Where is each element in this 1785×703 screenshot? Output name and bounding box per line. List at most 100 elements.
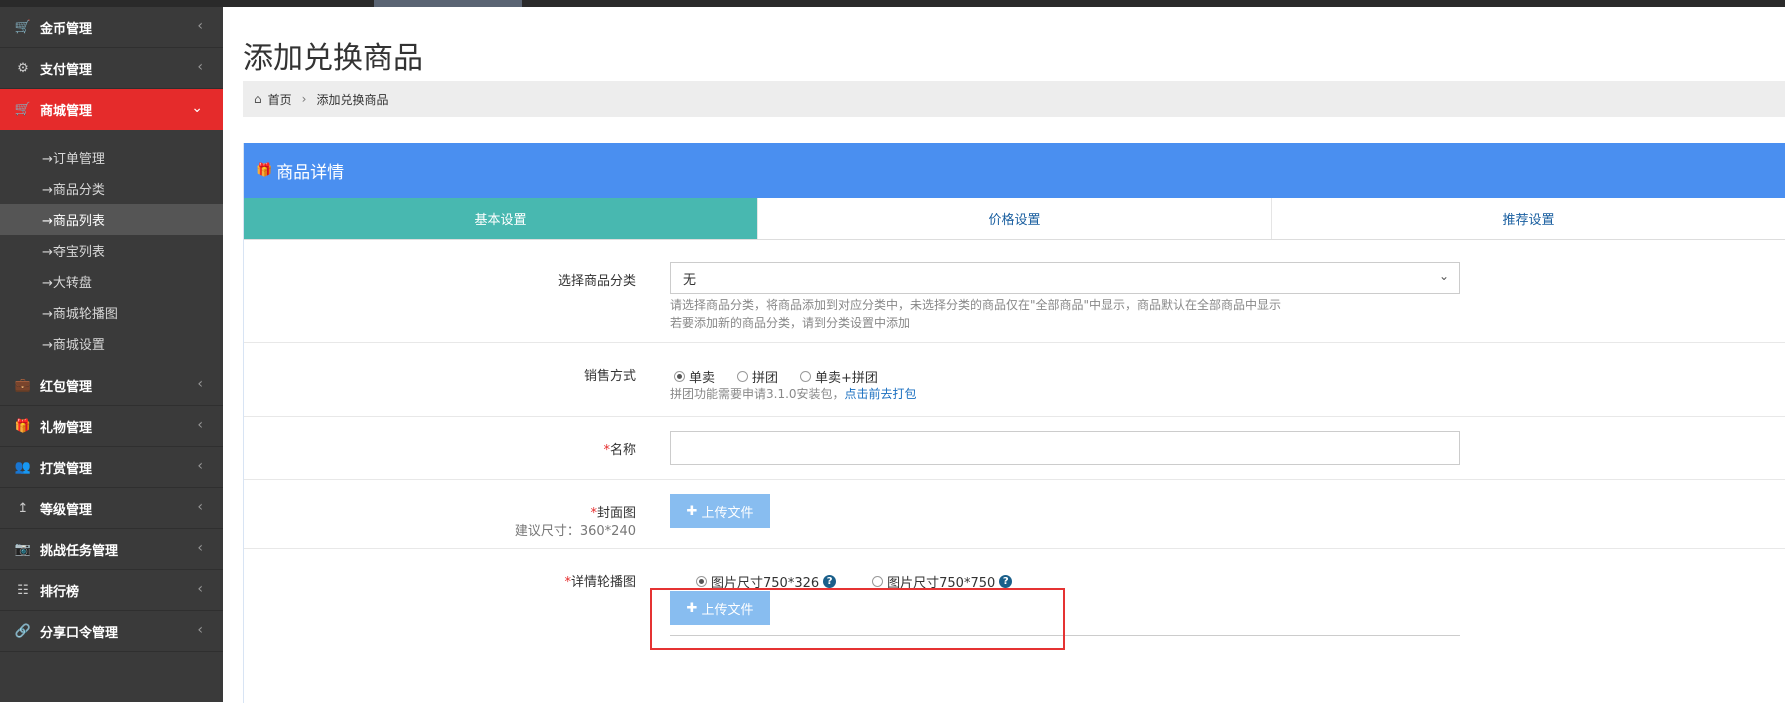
sidebar-item-share[interactable]: 🔗 分享口令管理 ‹: [0, 611, 223, 652]
sidebar-item-ranking[interactable]: ☷ 排行榜 ‹: [0, 570, 223, 611]
sitemap-icon: ☷: [17, 582, 29, 598]
main-content: 添加兑换商品 ⌂ 首页 › 添加兑换商品 🎁 商品详情 基本设置 价格设置 推荐…: [223, 7, 1785, 703]
category-help-line2: 若要添加新的商品分类，请到分类设置中添加: [670, 316, 911, 330]
submenu-item-treasure[interactable]: →夺宝列表: [0, 235, 223, 266]
radio-label: 图片尺寸750*326: [711, 576, 820, 591]
category-row: 选择商品分类 无 ⌄ 请选择商品分类，将商品添加到对应分类中，未选择分类的商品仅…: [244, 240, 1785, 343]
sale-mode-help-text: 拼团功能需要申请3.1.0安装包，: [670, 387, 845, 401]
submenu-item-categories[interactable]: →商品分类: [0, 173, 223, 204]
chevron-down-icon: ⌄: [1438, 269, 1449, 283]
radio-dot: [800, 371, 812, 382]
name-label: *名称: [603, 439, 636, 458]
sidebar-item-challenge[interactable]: 📷 挑战任务管理 ‹: [0, 529, 223, 570]
name-input[interactable]: [670, 431, 1460, 465]
gears-icon: ⚙: [17, 60, 29, 76]
sidebar-item-label: 礼物管理: [40, 420, 93, 436]
carousel-label: *详情轮播图: [564, 571, 636, 590]
cover-label: *封面图: [590, 502, 636, 521]
home-icon: ⌂: [254, 92, 262, 106]
level-up-icon: ↥: [17, 500, 29, 516]
radio-label: 拼团: [752, 371, 779, 386]
sidebar-item-redpacket[interactable]: 💼 红包管理 ‹: [0, 365, 223, 406]
cart-icon: 🛒: [14, 102, 32, 117]
question-circle-icon[interactable]: ?: [823, 575, 837, 588]
carousel-input-line: [670, 635, 1460, 636]
question-circle-icon[interactable]: ?: [999, 575, 1013, 588]
sidebar-item-mall[interactable]: 🛒 商城管理 ⌄: [0, 89, 223, 130]
sale-mode-radio-group: 单卖 拼团 单卖+拼团: [674, 367, 900, 386]
tab-recommend-settings[interactable]: 推荐设置: [1272, 198, 1785, 239]
gift-icon: 🎁: [14, 418, 32, 434]
submenu-item-carousel[interactable]: →商城轮播图: [0, 297, 223, 328]
tab-basic-settings[interactable]: 基本设置: [244, 198, 758, 239]
sidebar-item-label: 挑战任务管理: [40, 543, 119, 559]
users-icon: 👥: [14, 459, 32, 475]
sidebar-item-label: 分享口令管理: [40, 625, 119, 641]
carousel-label-text: 详情轮播图: [570, 575, 636, 590]
submenu-item-wheel[interactable]: →大转盘: [0, 266, 223, 297]
mall-submenu: →订单管理 →商品分类 →商品列表 →夺宝列表 →大转盘 →商城轮播图 →商城设…: [0, 130, 223, 365]
top-tab[interactable]: [374, 0, 522, 7]
sale-mode-row: 销售方式 单卖 拼团 单卖+拼团 拼团功能需要申请3.1.0安装包，点击前去打包: [244, 343, 1785, 417]
chevron-right-icon: ›: [301, 92, 307, 106]
sale-mode-radio-group-buy[interactable]: 拼团: [737, 367, 778, 386]
breadcrumb-home[interactable]: 首页: [268, 91, 292, 108]
top-bar: [0, 0, 1785, 7]
sidebar: 🛒 金币管理 ‹ ⚙ 支付管理 ‹ 🛒 商城管理 ⌄ →订单管理 →商品分类 →…: [0, 7, 223, 702]
carousel-size-radio-750x326[interactable]: 图片尺寸750*326?: [696, 572, 837, 591]
category-label: 选择商品分类: [557, 274, 636, 289]
cover-upload-button[interactable]: ✚ 上传文件: [670, 494, 770, 528]
category-help-line1: 请选择商品分类，将商品添加到对应分类中，未选择分类的商品仅在"全部商品"中显示，…: [670, 298, 1282, 312]
submenu-item-orders[interactable]: →订单管理: [0, 142, 223, 173]
sidebar-item-label: 排行榜: [40, 584, 80, 600]
sale-mode-radio-both[interactable]: 单卖+拼团: [800, 367, 878, 386]
sidebar-item-level[interactable]: ↥ 等级管理 ‹: [0, 488, 223, 529]
category-help: 请选择商品分类，将商品添加到对应分类中，未选择分类的商品仅在"全部商品"中显示，…: [670, 296, 1281, 332]
sale-mode-label: 销售方式: [583, 369, 636, 384]
sidebar-item-label: 等级管理: [40, 502, 93, 518]
carousel-size-radio-750x750[interactable]: 图片尺寸750*750?: [872, 572, 1013, 591]
plus-icon: ✚: [686, 600, 698, 616]
sidebar-item-label: 商城管理: [40, 104, 93, 119]
upload-label: 上传文件: [701, 505, 754, 521]
plus-icon: ✚: [686, 503, 698, 519]
sidebar-item-gifts[interactable]: 🎁 礼物管理 ‹: [0, 406, 223, 447]
sidebar-item-coins[interactable]: 🛒 金币管理 ‹: [0, 7, 223, 48]
chevron-left-icon: ‹: [197, 581, 203, 597]
chevron-left-icon: ‹: [197, 540, 203, 556]
cover-label-text: 封面图: [596, 506, 636, 521]
radio-label: 单卖+拼团: [815, 371, 878, 386]
panel-header: 🎁 商品详情: [244, 143, 1785, 198]
chevron-down-icon: ⌄: [191, 100, 203, 116]
submenu-item-products[interactable]: →商品列表: [0, 204, 223, 235]
breadcrumb: ⌂ 首页 › 添加兑换商品: [243, 81, 1785, 117]
sale-mode-radio-single[interactable]: 单卖: [674, 367, 715, 386]
category-select[interactable]: 无 ⌄: [670, 262, 1460, 294]
radio-label: 单卖: [689, 371, 716, 386]
chevron-left-icon: ‹: [197, 417, 203, 433]
chevron-left-icon: ‹: [197, 376, 203, 392]
radio-dot: [696, 576, 707, 587]
carousel-size-radio-group: 图片尺寸750*326? 图片尺寸750*750?: [696, 572, 1034, 591]
carousel-row: *详情轮播图 ✚ 上传文件 图片尺寸750*326? 图片尺寸750*750?: [244, 549, 1785, 639]
cover-size-hint: 建议尺寸：360*240: [514, 524, 636, 539]
upload-label: 上传文件: [701, 602, 754, 618]
chevron-left-icon: ‹: [197, 18, 203, 34]
radio-dot: [674, 371, 685, 382]
pack-link[interactable]: 点击前去打包: [845, 387, 917, 401]
chevron-left-icon: ‹: [197, 499, 203, 515]
panel-title: 商品详情: [276, 163, 345, 183]
briefcase-icon: 💼: [14, 377, 32, 393]
sidebar-item-reward[interactable]: 👥 打赏管理 ‹: [0, 447, 223, 488]
gift-icon: 🎁: [256, 163, 273, 178]
name-label-text: 名称: [609, 443, 636, 458]
category-select-value: 无: [683, 272, 697, 288]
sidebar-item-payment[interactable]: ⚙ 支付管理 ‹: [0, 48, 223, 89]
camera-icon: 📷: [14, 541, 32, 557]
chevron-left-icon: ‹: [197, 59, 203, 75]
radio-dot: [737, 371, 749, 382]
tab-price-settings[interactable]: 价格设置: [758, 198, 1272, 239]
submenu-item-settings[interactable]: →商城设置: [0, 328, 223, 359]
breadcrumb-current: 添加兑换商品: [316, 92, 389, 107]
carousel-upload-button[interactable]: ✚ 上传文件: [670, 591, 770, 625]
